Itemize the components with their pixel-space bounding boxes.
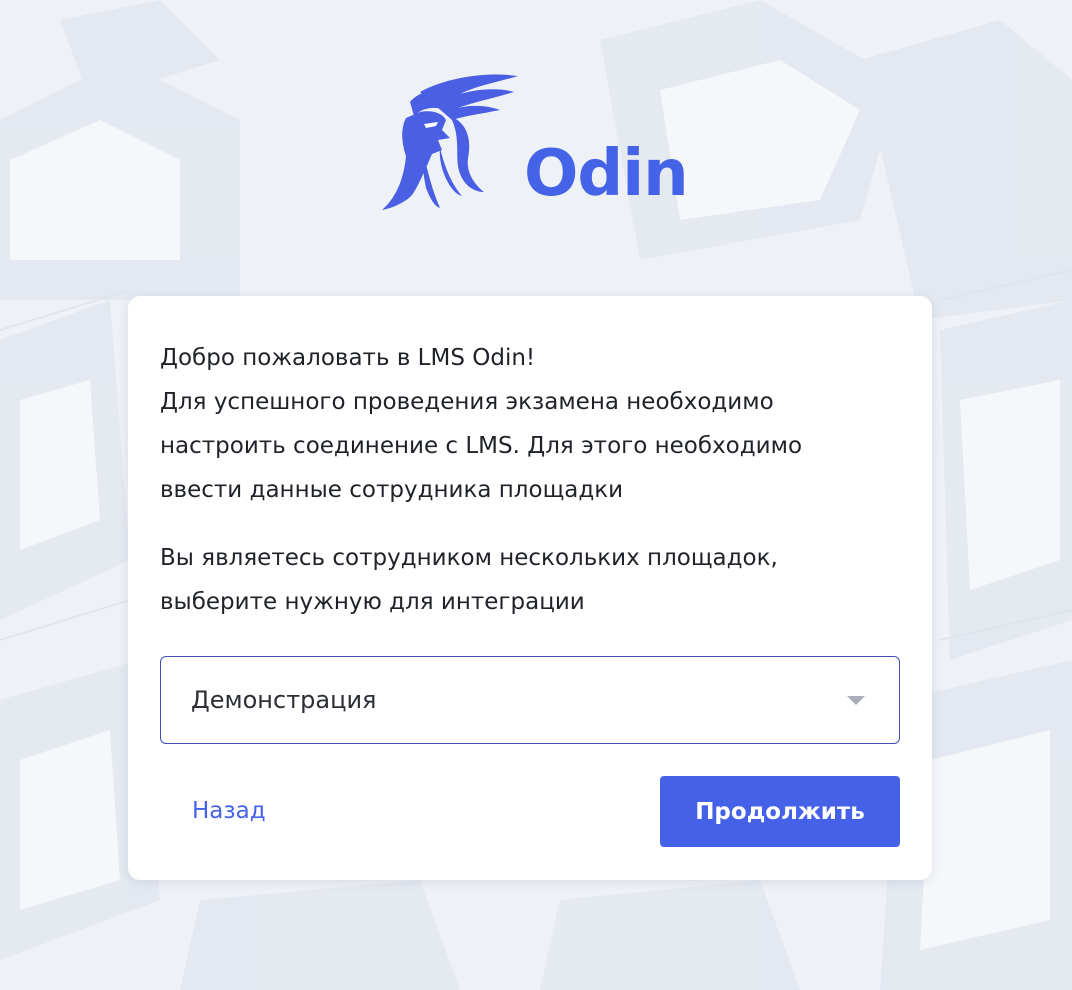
integration-dialog: Добро пожаловать в LMS Odin! Для успешно… bbox=[128, 296, 932, 880]
brand-name: Odin bbox=[524, 137, 689, 211]
instruction-line: Для успешного проведения экзамена необхо… bbox=[160, 389, 774, 415]
choose-site-line: выберите нужную для интеграции bbox=[160, 589, 585, 615]
welcome-line: Добро пожаловать в LMS Odin! bbox=[160, 345, 536, 371]
choose-site-message: Вы являетесь сотрудником нескольких площ… bbox=[160, 536, 910, 624]
caret-down-icon bbox=[847, 696, 865, 705]
back-button[interactable]: Назад bbox=[192, 794, 266, 828]
instruction-line: настроить соединение с LMS. Для этого не… bbox=[160, 433, 803, 459]
site-select[interactable]: Демонстрация bbox=[160, 656, 900, 744]
instruction-line: ввести данные сотрудника площадки bbox=[160, 477, 624, 503]
odin-viking-head-icon bbox=[382, 74, 518, 210]
odin-logo: Odin bbox=[380, 72, 690, 214]
site-select-value: Демонстрация bbox=[191, 686, 377, 714]
choose-site-line: Вы являетесь сотрудником нескольких площ… bbox=[160, 545, 778, 571]
continue-button[interactable]: Продолжить bbox=[660, 776, 900, 847]
welcome-message: Добро пожаловать в LMS Odin! Для успешно… bbox=[160, 336, 910, 512]
